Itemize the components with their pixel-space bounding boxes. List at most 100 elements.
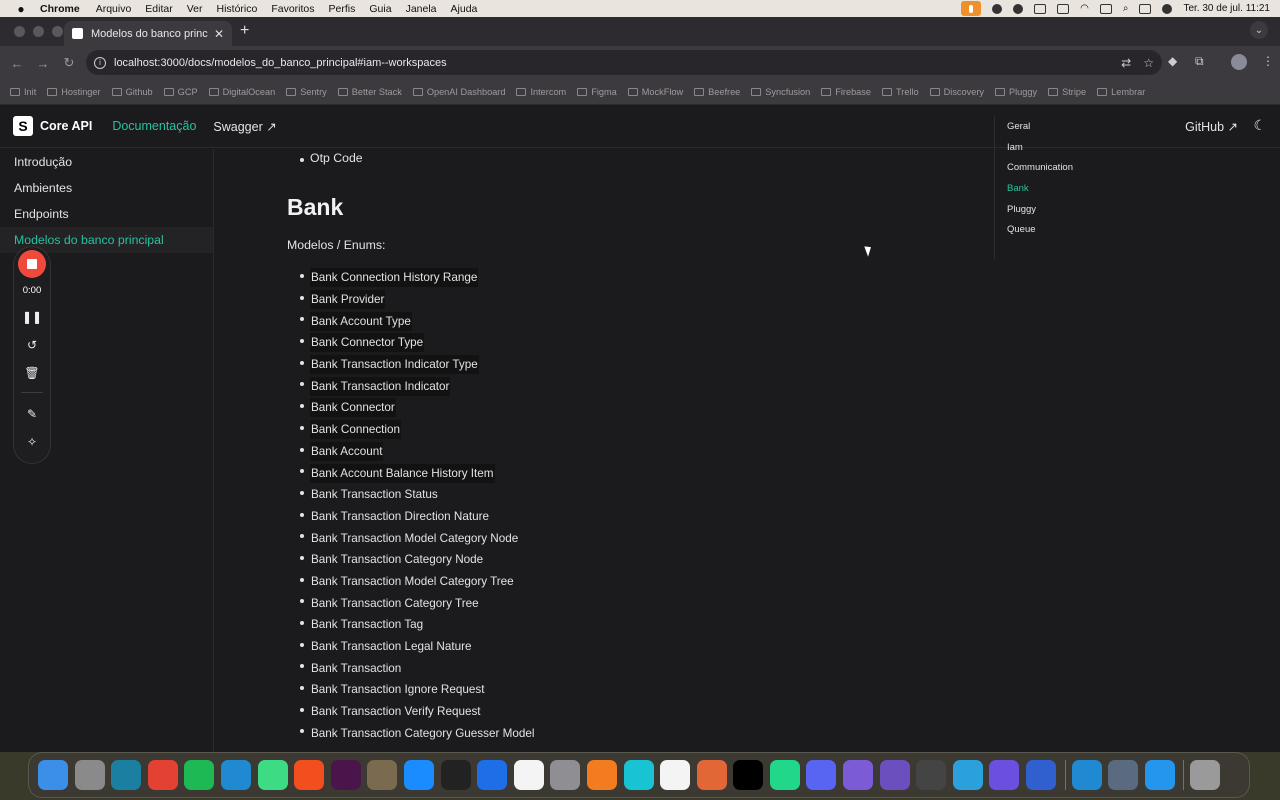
- site-brand[interactable]: Core API: [40, 119, 92, 133]
- dock-matlab-icon[interactable]: [696, 760, 727, 790]
- wifi-icon[interactable]: ◠: [1080, 3, 1089, 14]
- menu-perfis[interactable]: Perfis: [329, 3, 356, 15]
- bookmark-discovery[interactable]: Discovery: [929, 87, 984, 97]
- magic-wand-icon[interactable]: ✧: [22, 435, 42, 449]
- menu-app-name[interactable]: Chrome: [40, 3, 80, 15]
- stop-recording-button[interactable]: [18, 250, 46, 278]
- back-icon[interactable]: ←: [4, 56, 30, 71]
- bookmark-trello[interactable]: Trello: [882, 87, 919, 97]
- dock-android-studio-icon[interactable]: [257, 760, 288, 790]
- siri-icon[interactable]: [1162, 3, 1173, 14]
- dock-spotify-icon[interactable]: [184, 760, 215, 790]
- bookmark-intercom[interactable]: Intercom: [516, 87, 566, 97]
- menu-guia[interactable]: Guia: [369, 3, 391, 15]
- bookmark-init[interactable]: Init: [10, 87, 36, 97]
- forward-icon[interactable]: →: [30, 56, 56, 71]
- dock-settings-icon[interactable]: [550, 760, 581, 790]
- dock-vscode-icon[interactable]: [1071, 760, 1102, 790]
- dock-app6-icon[interactable]: [1108, 760, 1139, 790]
- nav-documentacao[interactable]: Documentação: [112, 119, 196, 133]
- control-center-icon[interactable]: [1139, 3, 1152, 14]
- menu-janela[interactable]: Janela: [406, 3, 437, 15]
- trash-icon[interactable]: 🗑: [22, 366, 42, 380]
- site-info-icon[interactable]: i: [94, 56, 106, 69]
- dock-unity-icon[interactable]: [916, 760, 947, 790]
- bookmark-beefree[interactable]: Beefree: [694, 87, 740, 97]
- bookmark-openai-dashboard[interactable]: OpenAI Dashboard: [412, 87, 505, 97]
- dock-figma-icon[interactable]: [294, 760, 325, 790]
- toc-item-iam[interactable]: Iam: [1007, 137, 1073, 158]
- sidebar-item-introducao[interactable]: Introdução: [0, 149, 213, 175]
- extension-icon[interactable]: ◆: [1168, 54, 1177, 68]
- bookmark-star-icon[interactable]: ☆: [1143, 56, 1154, 70]
- bookmark-figma[interactable]: Figma: [577, 87, 617, 97]
- dock-chrome-icon[interactable]: [147, 760, 178, 790]
- dark-mode-toggle-icon[interactable]: ☾: [1253, 117, 1266, 134]
- bookmark-syncfusion[interactable]: Syncfusion: [751, 87, 810, 97]
- new-tab-icon[interactable]: +: [240, 22, 249, 40]
- bookmark-hostinger[interactable]: Hostinger: [47, 87, 101, 97]
- display-icon[interactable]: [1034, 3, 1047, 14]
- status-app-icon[interactable]: [992, 3, 1003, 14]
- dock-telegram-icon[interactable]: [952, 760, 983, 790]
- translate-icon[interactable]: ⇄: [1121, 56, 1131, 70]
- dock-app5-icon[interactable]: [1026, 760, 1057, 790]
- menu-arquivo[interactable]: Arquivo: [96, 3, 132, 15]
- menu-historico[interactable]: Histórico: [217, 3, 258, 15]
- toc-item-queue[interactable]: Queue: [1007, 219, 1073, 240]
- nav-swagger[interactable]: Swagger ↗: [213, 119, 276, 134]
- dock-app2-icon[interactable]: [843, 760, 874, 790]
- microphone-icon[interactable]: [961, 1, 982, 16]
- gear-status-icon[interactable]: [1013, 3, 1024, 14]
- bookmark-better-stack[interactable]: Better Stack: [337, 87, 402, 97]
- toc-item-bank[interactable]: Bank: [1007, 178, 1073, 199]
- minimize-window-button[interactable]: [33, 26, 44, 37]
- dock-xcode-icon[interactable]: [477, 760, 508, 790]
- dock-datagrip-icon[interactable]: [769, 760, 800, 790]
- reload-icon[interactable]: ↻: [56, 55, 82, 71]
- bookmark-digitalocean[interactable]: DigitalOcean: [208, 87, 275, 97]
- dock-docker-icon[interactable]: [1144, 760, 1175, 790]
- url-text[interactable]: localhost:3000/docs/modelos_do_banco_pri…: [114, 57, 1109, 69]
- dock-vscode-icon[interactable]: [220, 760, 251, 790]
- bookmark-mockflow[interactable]: MockFlow: [627, 87, 683, 97]
- dock-intellij-icon[interactable]: [733, 760, 764, 790]
- menu-editar[interactable]: Editar: [145, 3, 172, 15]
- dock-mongodb-icon[interactable]: [660, 760, 691, 790]
- dock-finder-icon[interactable]: [38, 760, 68, 790]
- profile-avatar[interactable]: [1231, 54, 1247, 70]
- zoom-window-button[interactable]: [52, 26, 63, 37]
- dock-terminal-icon[interactable]: [440, 760, 471, 790]
- bookmark-stripe[interactable]: Stripe: [1048, 87, 1086, 97]
- nav-github[interactable]: GitHub ↗: [1185, 119, 1238, 134]
- bookmark-firebase[interactable]: Firebase: [821, 87, 871, 97]
- dock-notion-icon[interactable]: [513, 760, 544, 790]
- dock-gimp-icon[interactable]: [367, 760, 398, 790]
- bookmark-lembrar[interactable]: Lembrar: [1097, 87, 1145, 97]
- menu-ajuda[interactable]: Ajuda: [451, 3, 478, 15]
- sidebar-item-endpoints[interactable]: Endpoints: [0, 201, 213, 227]
- dock-app-icon[interactable]: [111, 760, 142, 790]
- site-logo[interactable]: S: [13, 116, 33, 136]
- dock-app-store-icon[interactable]: [403, 760, 434, 790]
- dock-app4-icon[interactable]: [989, 760, 1020, 790]
- dock-discord-icon[interactable]: [806, 760, 837, 790]
- dock-launchpad-icon[interactable]: [74, 760, 105, 790]
- dock-trash-icon[interactable]: [1190, 760, 1221, 790]
- close-window-button[interactable]: [14, 26, 25, 37]
- bookmark-sentry[interactable]: Sentry: [286, 87, 327, 97]
- datetime[interactable]: Ter. 30 de jul. 11:21: [1183, 3, 1270, 14]
- bookmark-pluggy[interactable]: Pluggy: [994, 87, 1037, 97]
- restart-icon[interactable]: ↺: [22, 338, 42, 352]
- pause-icon[interactable]: ❚❚: [22, 310, 42, 324]
- apple-icon[interactable]: ●: [14, 2, 28, 16]
- dock-fusion-icon[interactable]: [586, 760, 617, 790]
- tab-search-icon[interactable]: ⌄: [1250, 21, 1268, 39]
- menu-dots-icon[interactable]: ⋮: [1262, 54, 1274, 68]
- dock-cursor-icon[interactable]: [623, 760, 654, 790]
- toc-item-geral[interactable]: Geral: [1007, 116, 1073, 137]
- close-tab-icon[interactable]: ✕: [214, 27, 224, 41]
- browser-tab[interactable]: Modelos do banco principal | ✕: [64, 21, 232, 46]
- extensions-puzzle-icon[interactable]: ⧉: [1195, 54, 1204, 69]
- window-icon[interactable]: [1057, 3, 1070, 14]
